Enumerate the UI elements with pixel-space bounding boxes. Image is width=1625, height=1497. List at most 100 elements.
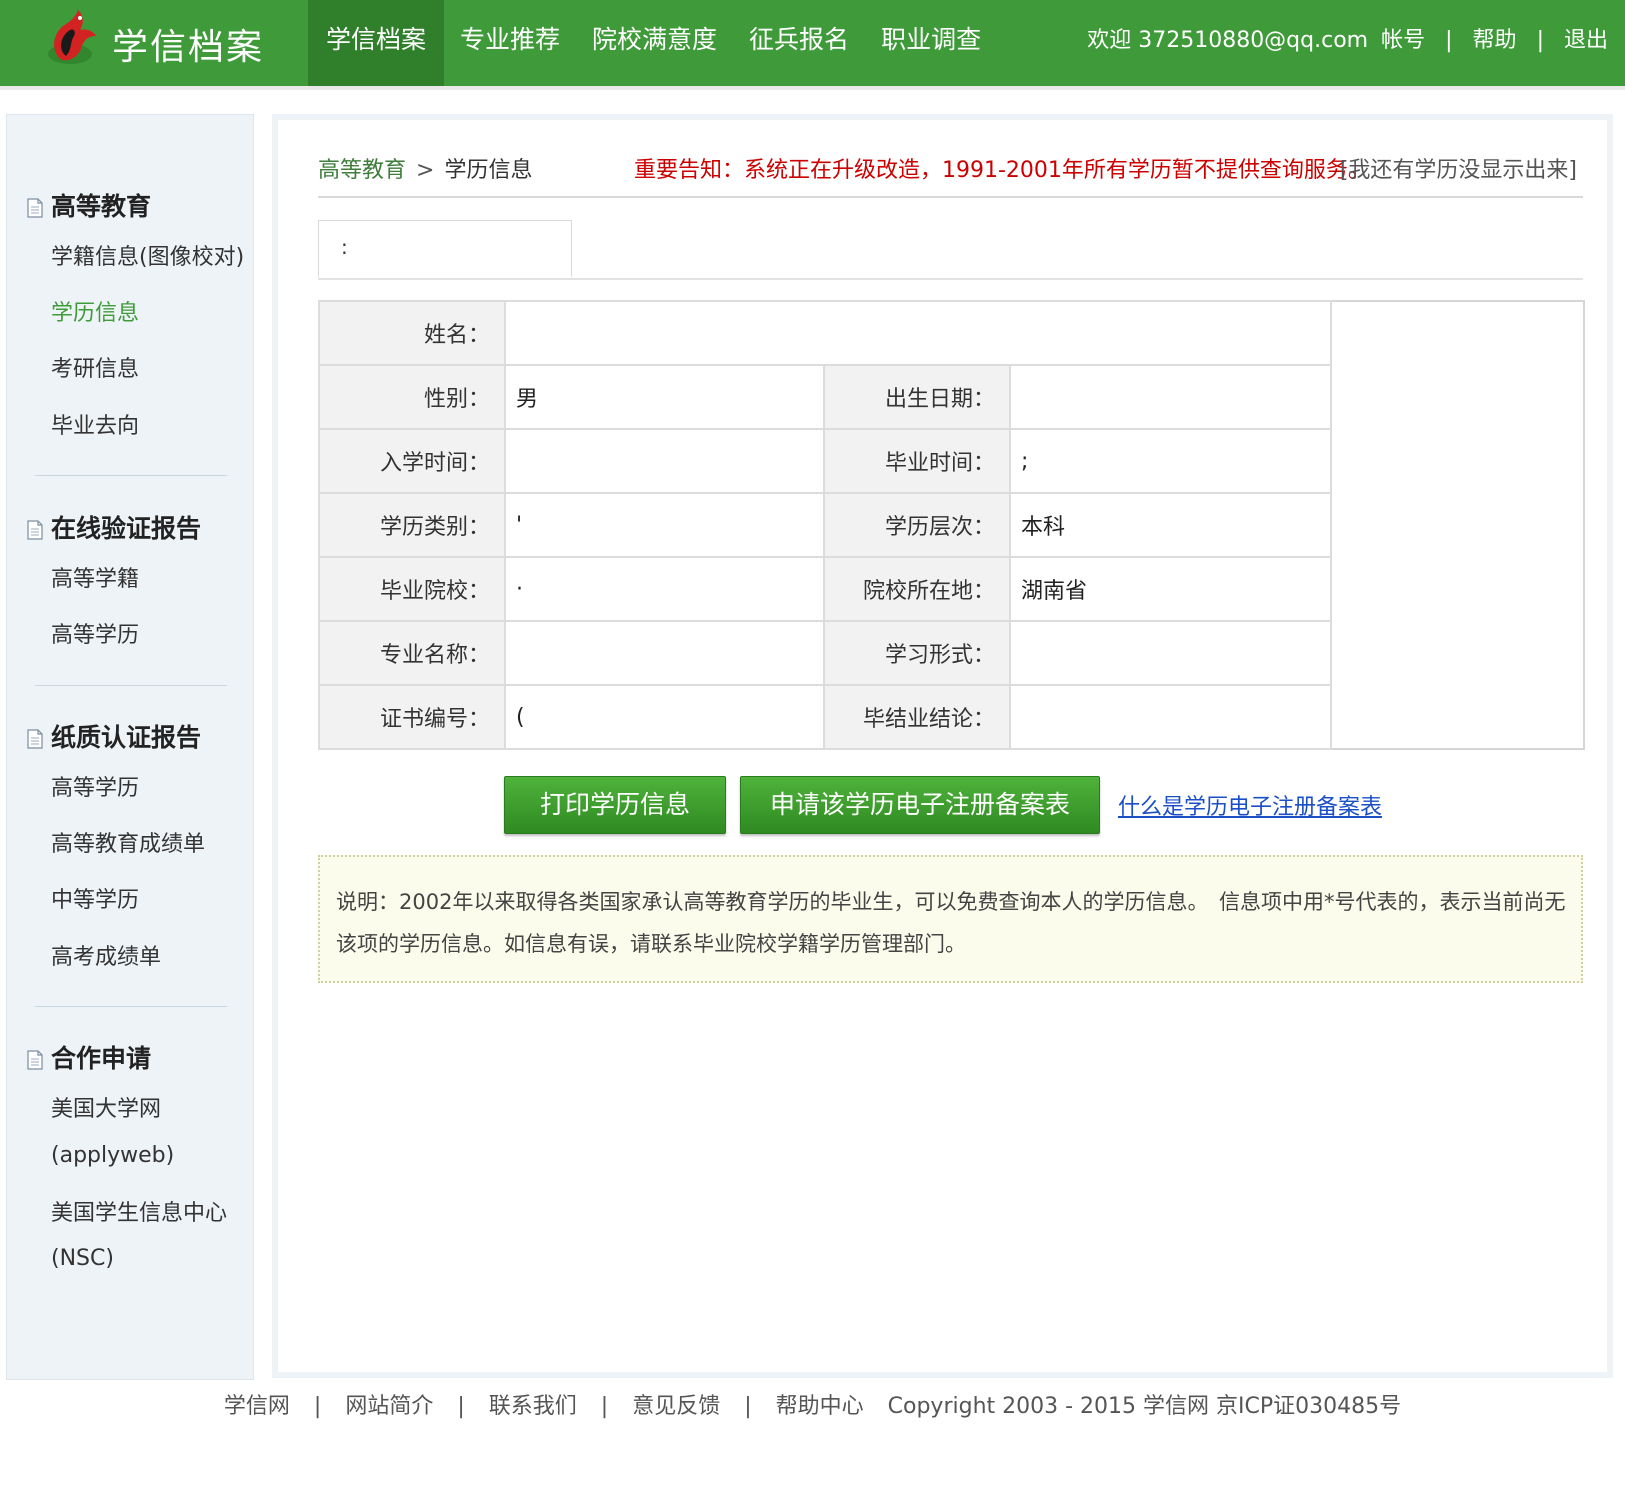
apply-registration-form-button[interactable]: 申请该学历电子注册备案表 [740, 776, 1100, 834]
edu-type-value: ' [504, 492, 825, 558]
sidebar-item-graduate-destination[interactable]: 毕业去向 [51, 404, 139, 450]
footer-link-contact[interactable]: 联系我们 [489, 1394, 577, 1419]
top-header: 学信档案 学信档案 专业推荐 院校满意度 征兵报名 职业调查 欢迎 372510… [0, 0, 1625, 90]
breadcrumb-arrow: > [416, 158, 435, 183]
school-location-label: 院校所在地： [823, 556, 1011, 622]
name-value [503, 300, 1333, 366]
cert-no-value: ( [504, 684, 825, 750]
missing-degree-link[interactable]: [我还有学历没显示出来] [1340, 152, 1577, 184]
document-icon [27, 1047, 43, 1070]
document-icon [27, 195, 43, 218]
explanation-note: 说明：2002年以来取得各类国家承认高等教育学历的毕业生，可以免费查询本人的学历… [318, 855, 1583, 983]
school-label: 毕业院校： [318, 556, 506, 622]
sidebar: 高等教育 学籍信息(图像校对) 学历信息 考研信息 毕业去向 在线验证报告 高等… [6, 114, 254, 1380]
sidebar-item-online-enrollment[interactable]: 高等学籍 [51, 557, 139, 603]
help-link[interactable]: 帮助 [1473, 28, 1517, 53]
major-value [504, 620, 825, 686]
separator: | [1445, 28, 1453, 53]
sidebar-item-paper-degree[interactable]: 高等学历 [51, 766, 139, 812]
degree-tabs: : [318, 220, 1583, 280]
sidebar-group-title: 纸质认证报告 [51, 723, 202, 752]
footer-link-feedback[interactable]: 意见反馈 [632, 1394, 720, 1419]
footer-link-chsi[interactable]: 学信网 [224, 1394, 290, 1419]
school-value: · [504, 556, 825, 622]
nav-item-xuexin-archive[interactable]: 学信档案 [308, 0, 445, 86]
birth-value [1008, 364, 1333, 430]
header-divider [318, 196, 1583, 198]
degree-info-table: 姓名： 性别： 男 出生日期： 入学时间： 毕业时间： ; 学历类别： ' 学历… [318, 300, 1586, 750]
study-form-value [1008, 620, 1333, 686]
sidebar-divider [35, 1006, 227, 1007]
sidebar-item-applyweb-sub[interactable]: (applyweb) [51, 1133, 174, 1179]
sidebar-item-enrollment-info[interactable]: 学籍信息(图像校对) [51, 235, 244, 281]
document-icon [27, 726, 43, 749]
sidebar-group-title: 高等教育 [51, 192, 152, 221]
sidebar-item-postgrad-exam-info[interactable]: 考研信息 [51, 347, 139, 393]
footer-separator: | [313, 1394, 322, 1419]
sidebar-item-nsc-sub[interactable]: (NSC) [51, 1236, 114, 1282]
sidebar-item-paper-transcript[interactable]: 高等教育成绩单 [51, 822, 205, 868]
print-degree-button[interactable]: 打印学历信息 [504, 776, 726, 834]
edu-level-value: 本科 [1008, 492, 1333, 558]
what-is-registration-form-link[interactable]: 什么是学历电子注册备案表 [1118, 789, 1382, 821]
conclusion-label: 毕结业结论： [823, 684, 1011, 750]
graduate-value: ; [1008, 428, 1333, 494]
site-name[interactable]: 学信档案 [112, 18, 264, 70]
sidebar-group-cooperation: 合作申请 [27, 1039, 151, 1075]
sidebar-item-degree-info[interactable]: 学历信息 [51, 291, 139, 337]
study-form-label: 学习形式： [823, 620, 1011, 686]
table-row: 姓名： [318, 300, 1585, 749]
nav-item-school-satisfaction[interactable]: 院校满意度 [576, 0, 733, 86]
breadcrumb-parent-link[interactable]: 高等教育 [318, 158, 406, 183]
sidebar-item-nsc[interactable]: 美国学生信息中心 [51, 1191, 227, 1237]
enroll-label: 入学时间： [318, 428, 506, 494]
footer-link-about[interactable]: 网站简介 [345, 1394, 433, 1419]
important-notice: 重要告知：系统正在升级改造，1991-2001年所有学历暂不提供查询服务。 [634, 158, 1370, 183]
breadcrumb: 高等教育 > 学历信息 [318, 152, 532, 184]
document-icon [27, 517, 43, 540]
footer-separator: | [457, 1394, 465, 1419]
sidebar-group-online-report: 在线验证报告 [27, 509, 201, 545]
school-location-value: 湖南省 [1008, 556, 1333, 622]
sidebar-group-higher-education: 高等教育 [27, 187, 151, 223]
major-label: 专业名称： [318, 620, 506, 686]
edu-level-label: 学历层次： [823, 492, 1011, 558]
account-link[interactable]: 帐号 [1381, 28, 1425, 53]
separator: | [1536, 28, 1544, 53]
gender-label: 性别： [318, 364, 506, 430]
footer-copyright: Copyright 2003 - 2015 学信网 京ICP证030485号 [887, 1394, 1402, 1419]
tab-degree-record[interactable]: : [318, 220, 572, 278]
sidebar-divider [35, 685, 227, 686]
sidebar-group-title: 在线验证报告 [51, 514, 202, 543]
footer-link-help-center[interactable]: 帮助中心 [776, 1394, 864, 1419]
nav-item-military-enlist[interactable]: 征兵报名 [733, 0, 865, 86]
breadcrumb-current: 学历信息 [444, 158, 533, 183]
name-label: 姓名： [318, 300, 506, 366]
enroll-value [504, 428, 825, 494]
nav-item-major-recommend[interactable]: 专业推荐 [444, 0, 576, 86]
sidebar-item-secondary-degree[interactable]: 中等学历 [51, 878, 139, 924]
sidebar-item-online-degree[interactable]: 高等学历 [51, 613, 139, 659]
sidebar-divider [35, 475, 227, 476]
footer: 学信网 | 网站简介 | 联系我们 | 意见反馈 | 帮助中心 Copyright 2003 - … [0, 1388, 1625, 1420]
welcome-text: 欢迎 372510880@qq.com [1087, 28, 1369, 53]
site-logo-icon[interactable] [40, 2, 110, 72]
main-panel: 高等教育 > 学历信息 重要告知：系统正在升级改造，1991-2001年所有学历暂不… [272, 114, 1613, 1378]
photo-area [1330, 301, 1585, 749]
nav-item-career-survey[interactable]: 职业调查 [865, 0, 997, 86]
user-area: 欢迎 372510880@qq.com 帐号 | 帮助 | 退出 [1084, 22, 1611, 54]
conclusion-value [1008, 684, 1333, 750]
action-buttons: 打印学历信息 申请该学历电子注册备案表 什么是学历电子注册备案表 [504, 776, 1382, 834]
footer-separator: | [744, 1394, 752, 1419]
gender-value: 男 [504, 364, 825, 430]
top-nav: 学信档案 专业推荐 院校满意度 征兵报名 职业调查 [308, 0, 997, 86]
sidebar-item-gaokao-score[interactable]: 高考成绩单 [51, 935, 161, 981]
sidebar-item-applyweb[interactable]: 美国大学网 [51, 1087, 161, 1133]
cert-no-label: 证书编号： [318, 684, 506, 750]
footer-separator: | [600, 1394, 609, 1419]
logout-link[interactable]: 退出 [1564, 28, 1608, 53]
birth-label: 出生日期： [823, 364, 1011, 430]
graduate-label: 毕业时间： [823, 428, 1011, 494]
sidebar-group-paper-report: 纸质认证报告 [27, 718, 201, 754]
edu-type-label: 学历类别： [318, 492, 506, 558]
